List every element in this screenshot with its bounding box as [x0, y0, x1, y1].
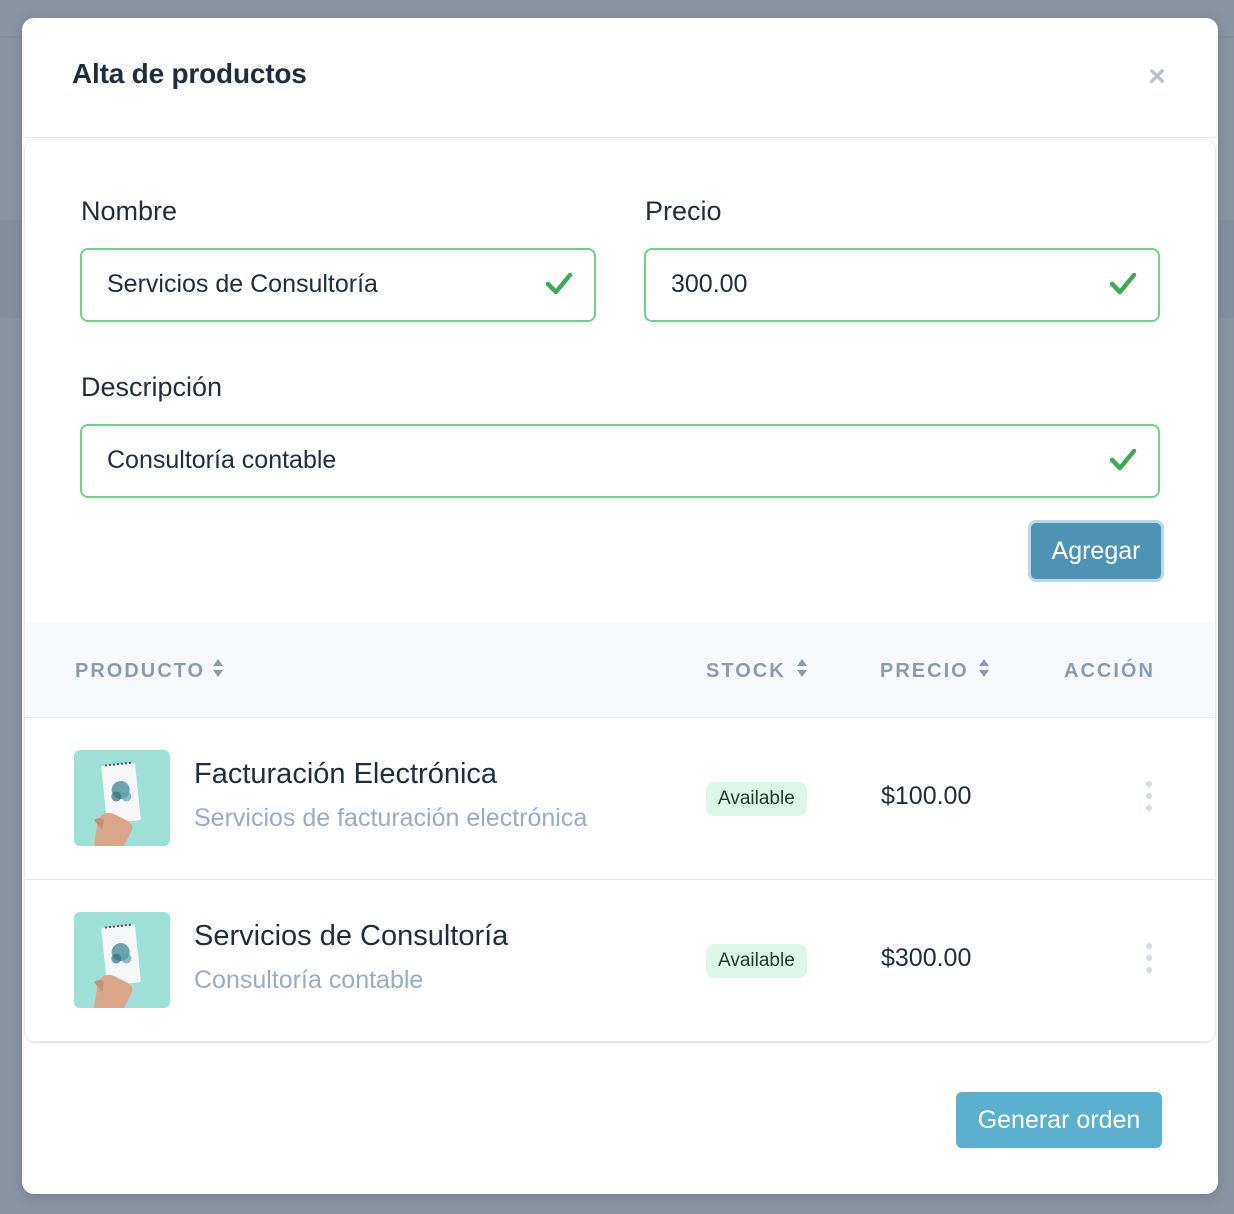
more-actions-icon[interactable] — [1137, 778, 1161, 818]
product-thumbnail — [74, 750, 170, 846]
product-thumbnail — [74, 912, 170, 1008]
add-products-modal: Alta de productos × Nombre Servicios de … — [22, 18, 1218, 1194]
check-icon — [1109, 448, 1137, 471]
sort-icon[interactable] — [212, 657, 224, 679]
sort-icon[interactable] — [978, 657, 990, 679]
check-icon — [545, 272, 573, 295]
generar-orden-button[interactable]: Generar orden — [956, 1092, 1162, 1148]
agregar-button[interactable]: Agregar — [1028, 520, 1164, 582]
descripcion-field[interactable]: Consultoría contable — [80, 424, 1160, 498]
nombre-label: Nombre — [81, 196, 178, 226]
table-header: PRODUCTO STOCK PRECIO ACCIÓN — [25, 622, 1215, 718]
precio-value: 300.00 — [671, 270, 748, 298]
precio-label: Precio — [645, 196, 722, 226]
column-header-stock[interactable]: STOCK — [706, 660, 786, 683]
column-header-producto[interactable]: PRODUCTO — [75, 660, 205, 683]
table-row: Servicios de Consultoría Consultoría con… — [25, 880, 1215, 1042]
nombre-value: Servicios de Consultoría — [107, 270, 378, 298]
descripcion-value: Consultoría contable — [107, 446, 337, 474]
nombre-field[interactable]: Servicios de Consultoría — [80, 248, 596, 322]
product-name: Facturación Electrónica — [194, 758, 498, 790]
product-form-card: Nombre Servicios de Consultoría Precio 3… — [25, 140, 1215, 1042]
table-row: Facturación Electrónica Servicios de fac… — [25, 718, 1215, 880]
column-header-accion: ACCIÓN — [1064, 660, 1155, 682]
more-actions-icon[interactable] — [1137, 940, 1161, 980]
product-price: $300.00 — [881, 944, 972, 972]
product-name: Servicios de Consultoría — [194, 920, 509, 952]
precio-field[interactable]: 300.00 — [644, 248, 1160, 322]
product-price: $100.00 — [881, 782, 972, 810]
column-header-precio[interactable]: PRECIO — [880, 660, 969, 683]
sort-icon[interactable] — [796, 657, 808, 679]
check-icon — [1109, 272, 1137, 295]
modal-header: Alta de productos × — [22, 18, 1218, 138]
product-description: Servicios de facturación electrónica — [194, 804, 588, 832]
close-icon[interactable]: × — [1142, 62, 1172, 92]
stock-badge: Available — [706, 944, 807, 978]
product-description: Consultoría contable — [194, 966, 424, 994]
descripcion-label: Descripción — [81, 372, 223, 402]
modal-title: Alta de productos — [72, 58, 307, 89]
stock-badge: Available — [706, 782, 807, 816]
